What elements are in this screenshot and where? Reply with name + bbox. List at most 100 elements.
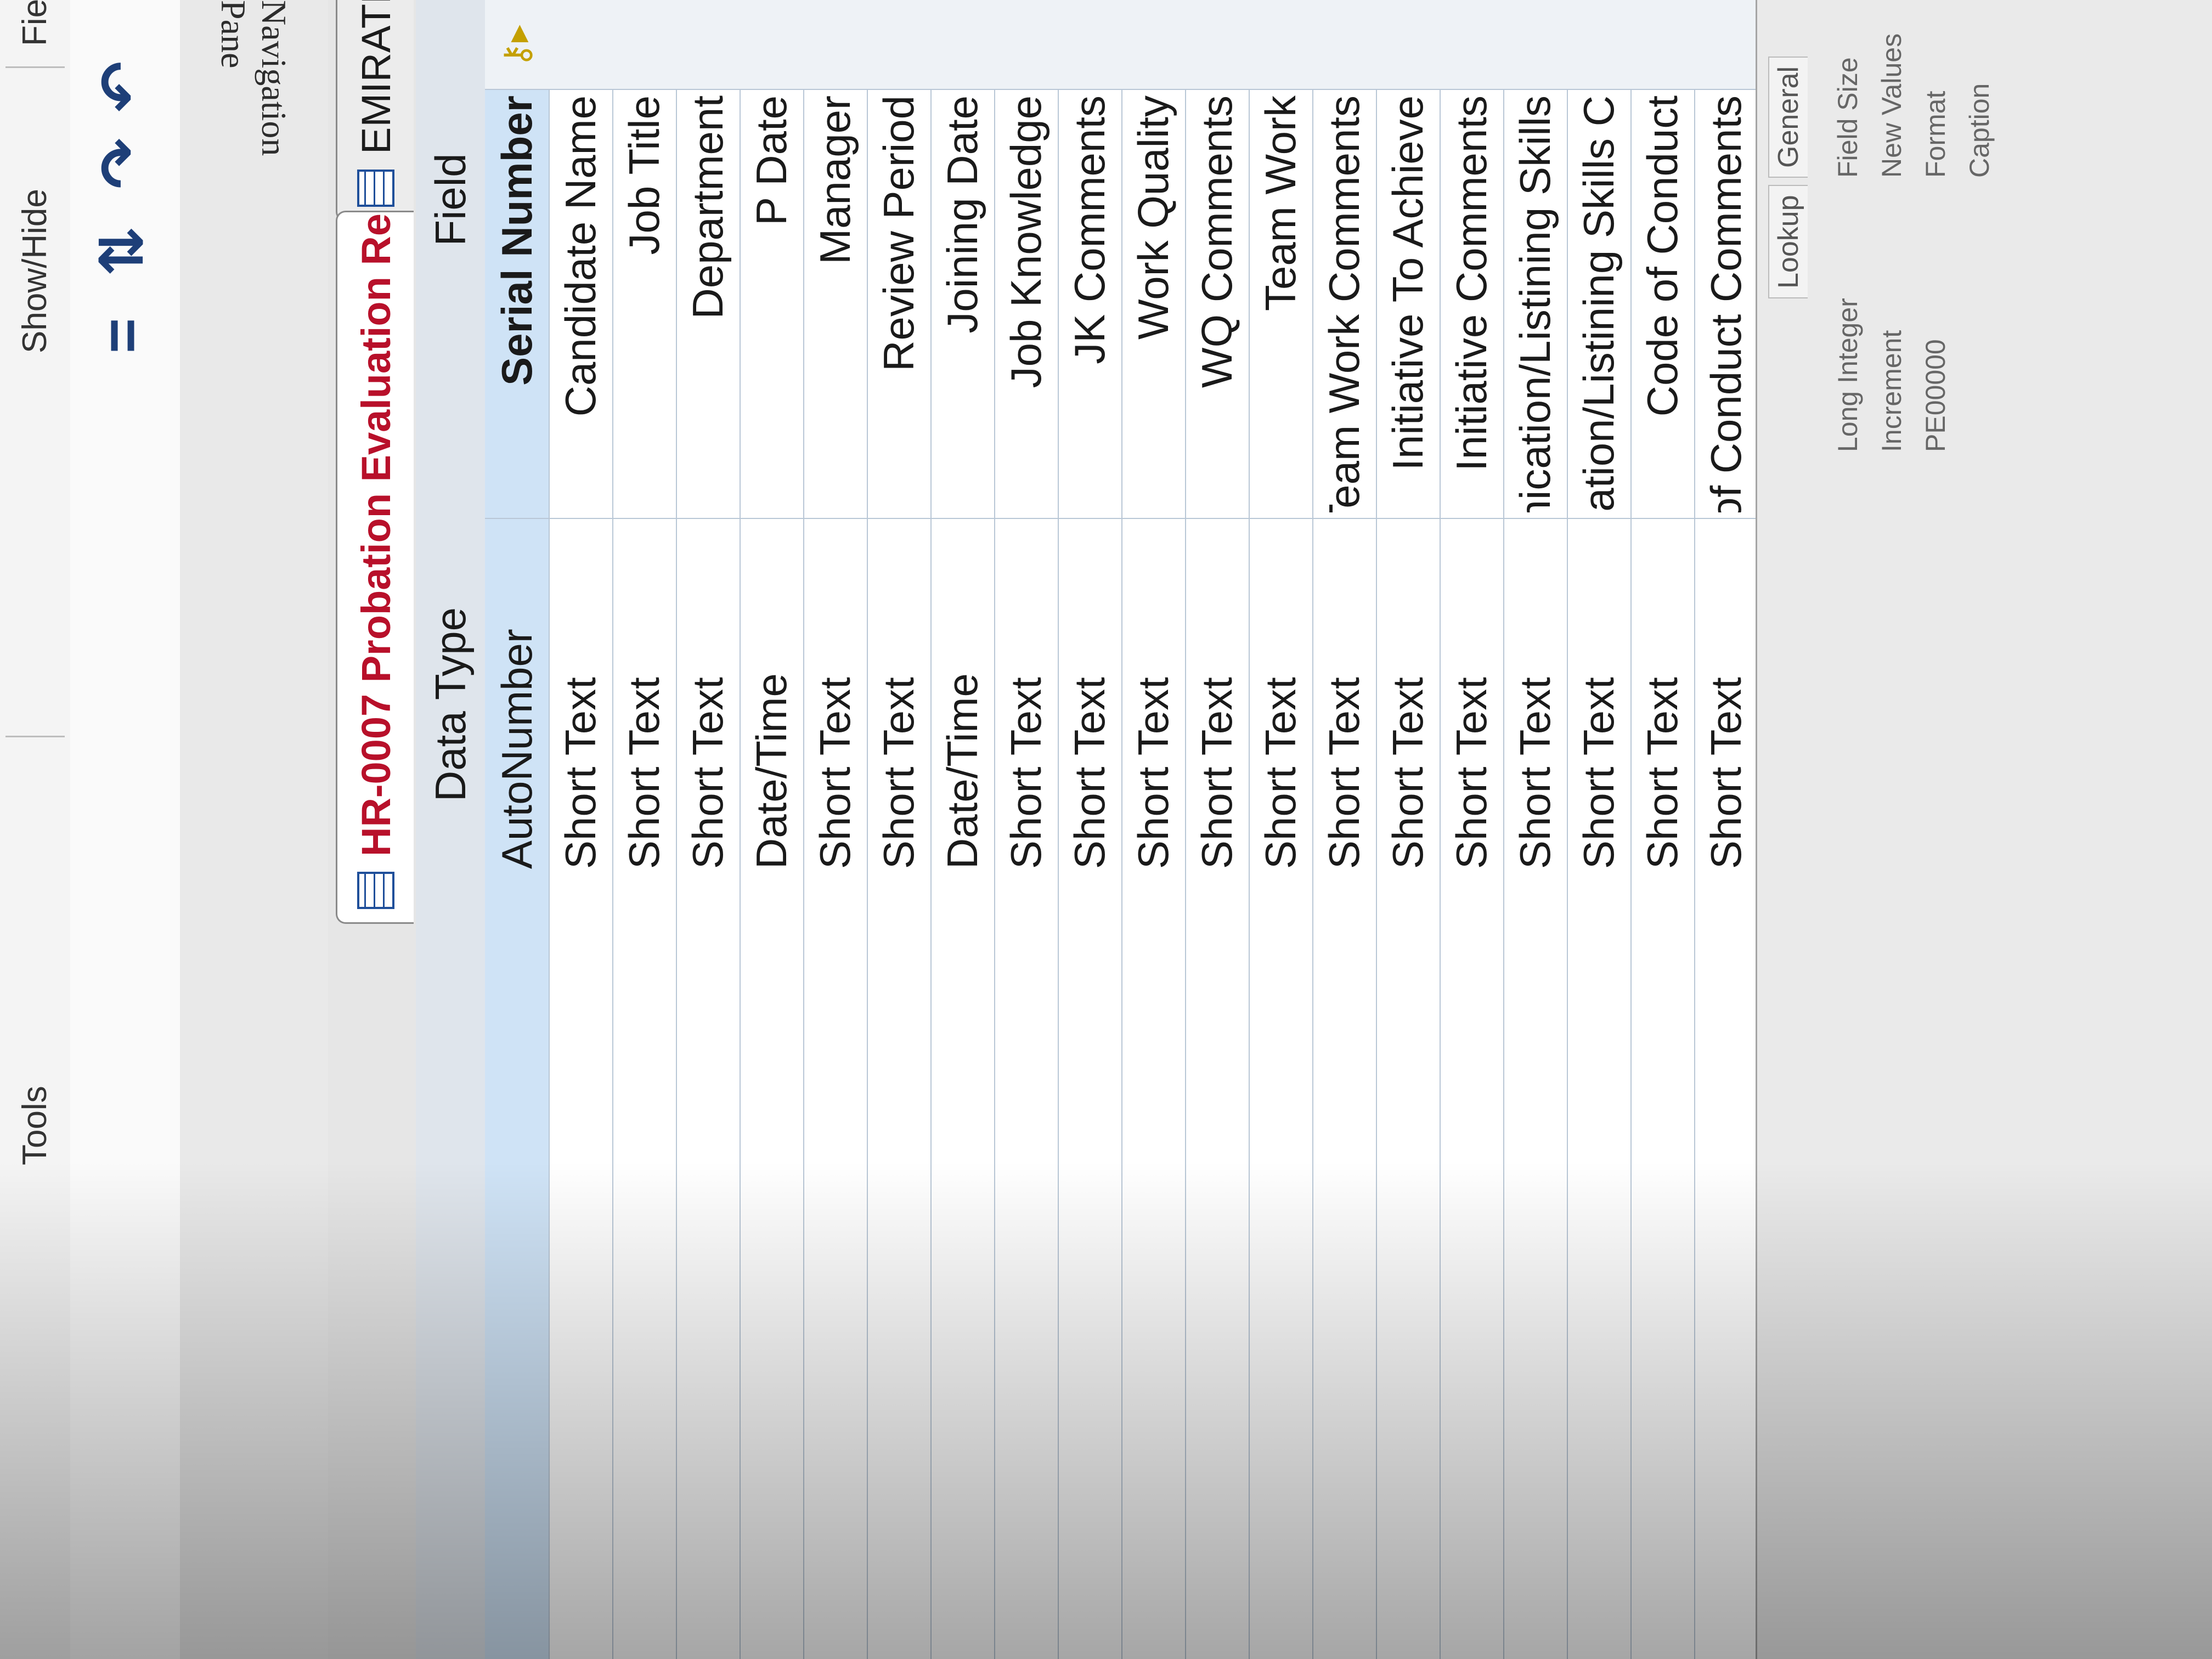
table-row[interactable]: Comunication/Listining Skills Short Text <box>1503 0 1568 1659</box>
field-name-cell[interactable]: Initiative To Achieve <box>1376 95 1440 512</box>
field-name-cell[interactable]: Comunication/Listining Skills <box>1503 95 1567 512</box>
data-type-cell[interactable]: Short Text <box>1312 518 1376 880</box>
data-type-cell[interactable]: Short Text <box>1694 518 1758 880</box>
table-row[interactable]: Review Period Short Text <box>867 0 932 1659</box>
data-type-cell[interactable]: Short Text <box>867 518 930 880</box>
tab-general[interactable]: General <box>1768 57 1808 178</box>
table-row[interactable]: Team Work Short Text <box>1249 0 1313 1659</box>
table-row[interactable]: P Date Date/Time <box>740 0 804 1659</box>
description-cell[interactable] <box>1440 880 1503 1659</box>
description-cell[interactable] <box>485 880 549 1659</box>
table-row[interactable]: Candidate Name Short Text <box>549 0 613 1659</box>
row-selector[interactable] <box>1694 0 1758 90</box>
field-name-cell[interactable]: Job Title <box>612 95 676 512</box>
row-selector[interactable] <box>612 0 676 90</box>
data-type-cell[interactable]: AutoNumber <box>485 518 549 880</box>
table-row[interactable]: Team Work Comments Short Text <box>1312 0 1377 1659</box>
field-name-cell[interactable]: Code of Conduct <box>1630 95 1694 512</box>
row-selector[interactable] <box>1567 0 1630 90</box>
description-cell[interactable] <box>867 880 930 1659</box>
description-cell[interactable] <box>676 880 740 1659</box>
description-cell[interactable] <box>549 880 612 1659</box>
table-row[interactable]: Code of Conduct Short Text <box>1630 0 1695 1659</box>
tab-hr-probation[interactable]: HR-0007 Probation Evaluation Regist <box>336 211 414 924</box>
column-header-field-name[interactable]: Field Name <box>416 95 544 304</box>
table-row[interactable]: Initiative Comments Short Text <box>1440 0 1504 1659</box>
description-cell[interactable] <box>1185 880 1249 1659</box>
field-name-cell[interactable]: Comunication/Listining Skills C <box>1567 95 1630 512</box>
field-name-cell[interactable]: WQ Comments <box>1185 95 1249 512</box>
row-selector[interactable] <box>1121 0 1185 90</box>
row-selector[interactable] <box>676 0 740 90</box>
row-selector[interactable] <box>994 0 1058 90</box>
table-row[interactable]: JK Comments Short Text <box>1058 0 1122 1659</box>
data-type-cell[interactable]: Date/Time <box>930 518 994 880</box>
customize-toolbar-icon[interactable]: = <box>87 318 158 353</box>
row-selector[interactable] <box>1185 0 1249 90</box>
data-type-cell[interactable]: Short Text <box>1058 518 1121 880</box>
row-selector[interactable] <box>1503 0 1567 90</box>
row-selector[interactable] <box>930 0 994 90</box>
data-type-cell[interactable]: Date/Time <box>740 518 803 880</box>
row-selector[interactable] <box>1376 0 1440 90</box>
field-name-cell[interactable]: Team Work Comments <box>1312 95 1376 512</box>
table-row[interactable]: Joining Date Date/Time <box>930 0 995 1659</box>
tab-emirates-forms[interactable]: EMIRATES NATIONAL INVESTMENT FORMS <box>336 0 414 222</box>
data-type-cell[interactable]: Short Text <box>1630 518 1694 880</box>
description-cell[interactable] <box>612 880 676 1659</box>
ribbon-group-field-record[interactable]: Field, Record <box>0 0 70 46</box>
description-cell[interactable] <box>1630 880 1694 1659</box>
data-type-cell[interactable]: Short Text <box>1567 518 1630 880</box>
data-type-cell[interactable]: Short Text <box>676 518 740 880</box>
table-row[interactable]: ⚷▸ Serial Number AutoNumber <box>485 0 550 1659</box>
table-row[interactable]: Initiative To Achieve Short Text <box>1376 0 1441 1659</box>
description-cell[interactable] <box>1058 880 1121 1659</box>
row-selector[interactable] <box>803 0 867 90</box>
tab-lookup[interactable]: Lookup <box>1768 185 1808 298</box>
data-type-cell[interactable]: Short Text <box>1503 518 1567 880</box>
field-name-cell[interactable]: Code of Conduct Comments <box>1694 95 1758 512</box>
table-row[interactable]: Manager Short Text <box>803 0 868 1659</box>
field-name-cell[interactable]: Team Work <box>1249 95 1312 512</box>
data-type-cell[interactable]: Short Text <box>549 518 612 880</box>
table-row[interactable]: Code of Conduct Comments Short Text <box>1694 0 1759 1659</box>
data-type-cell[interactable]: Short Text <box>612 518 676 880</box>
row-selector[interactable] <box>1312 0 1376 90</box>
description-cell[interactable] <box>1567 880 1630 1659</box>
field-name-cell[interactable]: Initiative Comments <box>1440 95 1503 512</box>
table-row[interactable]: WQ Comments Short Text <box>1185 0 1250 1659</box>
property-value[interactable]: PE00000 <box>1916 339 1955 452</box>
description-cell[interactable] <box>740 880 803 1659</box>
property-value[interactable]: Long Integer <box>1829 298 1867 452</box>
row-selector[interactable] <box>1630 0 1694 90</box>
description-cell[interactable] <box>1312 880 1376 1659</box>
description-cell[interactable] <box>1376 880 1440 1659</box>
ribbon-group-tools[interactable]: Tools <box>0 1086 70 1165</box>
data-type-cell[interactable]: Short Text <box>803 518 867 880</box>
field-name-cell[interactable]: Joining Date <box>930 95 994 512</box>
description-cell[interactable] <box>1249 880 1312 1659</box>
data-type-cell[interactable]: Short Text <box>1249 518 1312 880</box>
table-row[interactable]: Department Short Text <box>676 0 741 1659</box>
ribbon-group-show-hide[interactable]: Show/Hide <box>0 189 70 353</box>
column-header-data-type[interactable]: Data Type <box>416 529 485 880</box>
data-type-cell[interactable]: Short Text <box>1121 518 1185 880</box>
description-cell[interactable] <box>803 880 867 1659</box>
table-row[interactable]: Comunication/Listining Skills C Short Tex… <box>1567 0 1632 1659</box>
sort-icon[interactable]: ⇅ <box>87 226 158 276</box>
field-name-cell[interactable]: Job Knowledge <box>994 95 1058 512</box>
description-cell[interactable] <box>1503 880 1567 1659</box>
field-name-cell[interactable]: Work Quality <box>1121 95 1185 512</box>
row-selector[interactable] <box>549 0 612 90</box>
property-value[interactable]: Increment <box>1872 330 1911 452</box>
data-type-cell[interactable]: Short Text <box>1440 518 1503 880</box>
row-selector[interactable] <box>1058 0 1121 90</box>
data-type-cell[interactable]: Short Text <box>1185 518 1249 880</box>
field-name-cell[interactable]: Department <box>676 95 740 512</box>
row-selector[interactable] <box>1440 0 1503 90</box>
table-row[interactable]: Job Title Short Text <box>612 0 677 1659</box>
field-name-cell[interactable]: Serial Number <box>485 95 549 512</box>
table-row[interactable]: Work Quality Short Text <box>1121 0 1186 1659</box>
row-selector[interactable] <box>740 0 803 90</box>
data-type-cell[interactable]: Short Text <box>1376 518 1440 880</box>
